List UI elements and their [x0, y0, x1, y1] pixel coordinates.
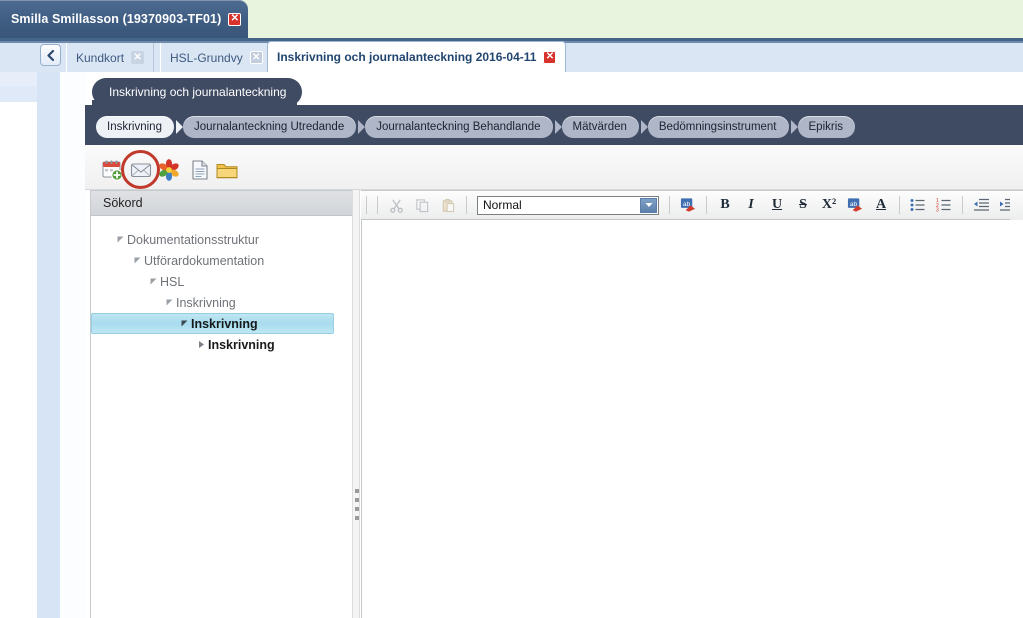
tree-node-label: Inskrivning — [176, 295, 236, 310]
tree-node-dokumentationsstruktur[interactable]: Dokumentationsstruktur — [91, 229, 354, 250]
superscript-button[interactable]: X² — [818, 194, 840, 216]
highlight-color-button[interactable]: ab — [844, 194, 866, 216]
tab-kundkort-label: Kundkort — [76, 50, 125, 65]
left-outer-panel-top2 — [0, 86, 37, 102]
step-inskrivning[interactable]: Inskrivning — [96, 116, 183, 138]
calendar-add-icon[interactable] — [101, 158, 125, 182]
step-matvarden[interactable]: Mätvärden — [561, 116, 649, 138]
toolbar-separator — [466, 196, 467, 214]
expanded-triangle-icon[interactable] — [113, 235, 127, 244]
italic-button[interactable]: I — [740, 194, 762, 216]
editor-toolbar-overflow — [1010, 191, 1023, 220]
step-journalanteckning-utredande[interactable]: Journalanteckning Utredande — [182, 116, 366, 138]
expanded-triangle-icon[interactable] — [146, 277, 160, 286]
sokord-tree: Dokumentationsstruktur Utförardokumentat… — [91, 216, 354, 355]
toolbar-separator — [377, 196, 378, 214]
document-icon[interactable] — [188, 158, 212, 182]
bold-button[interactable]: B — [714, 194, 736, 216]
application-window: Smilla Smillasson (19370903-TF01) ✕ Kund… — [0, 0, 1023, 618]
paragraph-style-select[interactable]: Normal — [477, 195, 659, 215]
module-title-label: Inskrivning och journalanteckning — [109, 85, 287, 99]
tree-node-inskrivning-selected[interactable]: Inskrivning — [91, 313, 334, 334]
step-matvarden-label: Mätvärden — [572, 121, 627, 133]
font-color-glyph: A — [875, 197, 887, 212]
tree-node-label: Inskrivning — [191, 316, 258, 331]
tree-node-label: HSL — [160, 274, 185, 289]
splitter-grip-icon — [355, 489, 359, 525]
step-bedomningsinstrument-label: Bedömningsinstrument — [658, 121, 777, 133]
left-inner-panel — [60, 72, 86, 618]
paragraph-style-value: Normal — [483, 198, 522, 212]
expanded-triangle-icon[interactable] — [130, 256, 144, 265]
tree-node-inskrivning-3[interactable]: Inskrivning — [91, 292, 354, 313]
tree-node-label: Dokumentationsstruktur — [127, 232, 260, 247]
tab-hsl-grundvy-close-icon[interactable]: ✕ — [249, 51, 263, 64]
strikethrough-button[interactable]: S — [792, 194, 814, 216]
toolbar-separator — [669, 196, 670, 214]
tree-node-inskrivning-leaf[interactable]: Inskrivning — [91, 334, 354, 355]
tab-inskrivning-close-icon[interactable]: ✕ — [543, 50, 557, 64]
tree-node-label: Utförardokumentation — [144, 253, 265, 268]
left-blue-strip — [37, 72, 60, 618]
toolbar-separator — [962, 196, 963, 214]
sokord-panel-header: Sökord — [91, 191, 354, 216]
step-journalanteckning-utredande-label: Journalanteckning Utredande — [193, 121, 345, 133]
step-epikris-label: Epikris — [808, 121, 844, 133]
step-bedomningsinstrument[interactable]: Bedömningsinstrument — [647, 116, 798, 138]
tree-node-label: Inskrivning — [208, 337, 275, 352]
bold-glyph: B — [720, 197, 730, 212]
numbered-list-button[interactable]: 1 2 3 — [933, 194, 955, 216]
tab-hsl-grundvy[interactable]: HSL-Grundvy ✕ — [160, 43, 273, 72]
sokord-panel-title: Sökord — [103, 196, 143, 210]
sokord-panel: Sökord Dokumentationsstruktur Utförardok… — [90, 190, 355, 618]
tree-node-hsl[interactable]: HSL — [91, 271, 354, 292]
panel-splitter[interactable] — [352, 190, 360, 618]
toolbar-separator — [706, 196, 707, 214]
font-color-button[interactable]: A — [870, 194, 892, 216]
expanded-triangle-icon[interactable] — [162, 298, 176, 307]
tab-hsl-grundvy-label: HSL-Grundvy — [170, 50, 243, 65]
toolbar-separator — [366, 196, 367, 214]
patient-tab-close-icon[interactable]: ✕ — [228, 12, 242, 26]
step-epikris[interactable]: Epikris — [797, 116, 856, 138]
step-journalanteckning-behandlande[interactable]: Journalanteckning Behandlande — [365, 116, 562, 138]
superscript-glyph: X² — [821, 197, 837, 212]
svg-text:3: 3 — [936, 208, 939, 213]
paste-button[interactable] — [437, 194, 459, 216]
cut-button[interactable] — [385, 194, 407, 216]
asterisk-icon[interactable] — [157, 158, 181, 182]
step-inskrivning-label: Inskrivning — [107, 121, 162, 133]
module-title-chip: Inskrivning och journalanteckning — [92, 78, 303, 106]
left-outer-panel — [0, 72, 37, 618]
tab-kundkort-close-icon[interactable]: ✕ — [131, 51, 145, 64]
strikethrough-glyph: S — [799, 197, 807, 212]
underline-button[interactable]: U — [766, 194, 788, 216]
folder-icon[interactable] — [215, 158, 239, 182]
editor-content-area[interactable] — [361, 220, 1022, 618]
decrease-indent-button[interactable] — [970, 194, 992, 216]
patient-tab-label: Smilla Smillasson (19370903-TF01) — [11, 12, 222, 26]
toolbar-separator — [899, 196, 900, 214]
tab-inskrivning-label: Inskrivning och journalanteckning 2016-0… — [277, 50, 537, 64]
copy-button[interactable] — [411, 194, 433, 216]
tab-inskrivning-journalanteckning[interactable]: Inskrivning och journalanteckning 2016-0… — [267, 41, 567, 73]
expanded-triangle-icon[interactable] — [177, 319, 191, 328]
bullet-list-button[interactable] — [907, 194, 929, 216]
step-navigation: Inskrivning Journalanteckning Utredande … — [96, 116, 864, 138]
underline-glyph: U — [771, 197, 783, 212]
step-journalanteckning-behandlande-label: Journalanteckning Behandlande — [376, 121, 541, 133]
collapsed-triangle-icon[interactable] — [194, 340, 208, 349]
back-chevron-icon — [47, 49, 55, 61]
back-button[interactable] — [40, 44, 61, 66]
editor-toolbar: Normal ab B I U S X² ab A 1 2 3 — [361, 191, 1023, 220]
patient-tab[interactable]: Smilla Smillasson (19370903-TF01) ✕ — [0, 0, 248, 38]
tab-kundkort[interactable]: Kundkort ✕ — [66, 43, 155, 72]
tree-node-utforardokumentation[interactable]: Utförardokumentation — [91, 250, 354, 271]
envelope-icon[interactable] — [129, 158, 153, 182]
chevron-down-icon[interactable] — [640, 197, 657, 213]
italic-glyph: I — [748, 197, 754, 212]
spellcheck-button[interactable]: ab — [677, 194, 699, 216]
